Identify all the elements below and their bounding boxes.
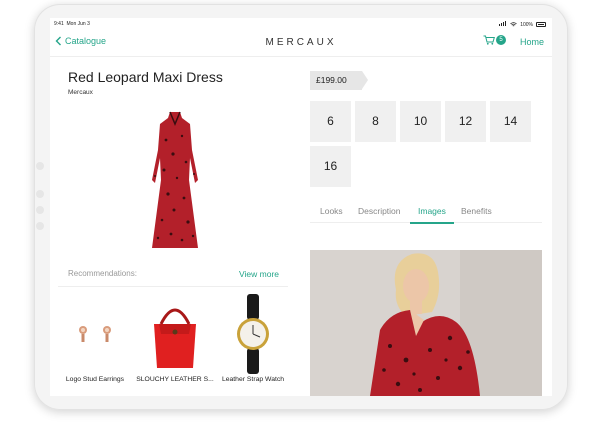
status-time: 9:41 Mon Jun 3 [54, 21, 90, 27]
size-option[interactable]: 12 [445, 101, 486, 142]
tab-description[interactable]: Description [358, 206, 401, 222]
recommendation-item-name: SLOUCHY LEATHER S... [136, 376, 214, 383]
status-right: 100% [499, 21, 546, 28]
device-side-button [36, 190, 44, 198]
size-option[interactable]: 6 [310, 101, 351, 142]
recommendation-item-name: Logo Stud Earrings [65, 376, 125, 383]
recommendation-item[interactable]: SLOUCHY LEATHER S... [136, 294, 214, 383]
product-tabs: Looks Description Images Benefits [310, 206, 542, 224]
model-photo-image [310, 250, 542, 396]
cart-button[interactable]: 5 [483, 35, 506, 45]
product-image [152, 111, 198, 248]
status-time-text: 9:41 [54, 21, 64, 27]
product-brand: Mercaux [68, 89, 93, 96]
signal-icon [499, 21, 507, 28]
cart-count-badge: 5 [496, 35, 506, 45]
device-side-button [36, 222, 44, 230]
product-title: Red Leopard Maxi Dress [68, 69, 223, 85]
size-option[interactable]: 14 [490, 101, 531, 142]
recommendation-item[interactable]: Logo Stud Earrings [56, 294, 134, 383]
recommendation-item-name: Leather Strap Watch [221, 376, 285, 383]
cart-icon [483, 35, 495, 45]
size-option[interactable]: 10 [400, 101, 441, 142]
tab-looks[interactable]: Looks [320, 206, 343, 222]
brand-logo: MERCAUX [265, 37, 337, 48]
handbag-image [154, 308, 196, 368]
recommendations-divider [58, 286, 288, 287]
recommendation-item[interactable]: Leather Strap Watch [214, 294, 292, 383]
home-link[interactable]: Home [520, 37, 544, 47]
watch-image [237, 294, 269, 374]
status-date: Mon Jun 3 [66, 21, 90, 27]
battery-percent: 100% [520, 21, 533, 28]
status-bar: 9:41 Mon Jun 3 100% [50, 18, 552, 30]
wifi-icon [510, 22, 517, 27]
tab-benefits[interactable]: Benefits [461, 206, 492, 222]
recommendations-label: Recommendations: [68, 269, 137, 278]
tab-images[interactable]: Images [410, 206, 454, 224]
device-side-button [36, 162, 44, 170]
device-side-button [36, 206, 44, 214]
model-photo[interactable] [310, 250, 542, 396]
size-option[interactable]: 8 [355, 101, 396, 142]
battery-icon [536, 22, 546, 27]
view-more-link[interactable]: View more [239, 269, 279, 279]
app-screen: 9:41 Mon Jun 3 100% Catalogue MERCAUX 5 … [50, 18, 552, 396]
price-tag: £199.00 [310, 71, 368, 90]
size-option[interactable]: 16 [310, 146, 351, 187]
earrings-image [79, 326, 111, 342]
top-navigation-bar: Catalogue MERCAUX 5 Home [50, 30, 552, 57]
